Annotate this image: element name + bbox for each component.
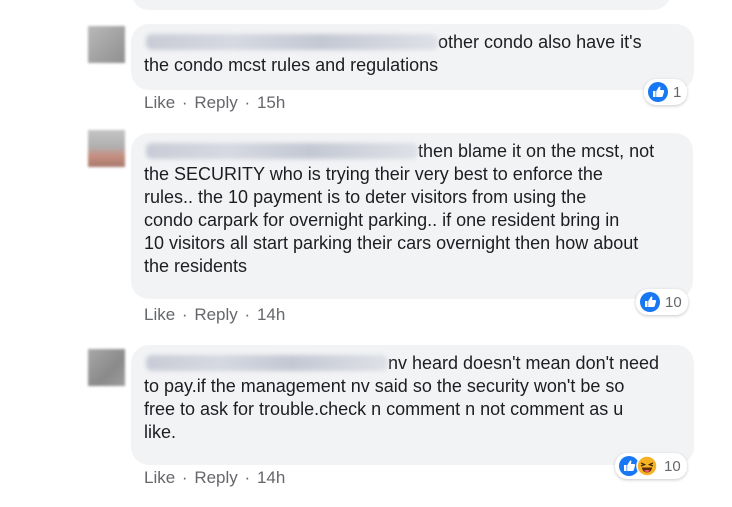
timestamp[interactable]: 15h (257, 93, 285, 112)
comment-text: other condo also have it's the condo mcs… (144, 32, 642, 75)
comment-bubble: other condo also have it's the condo mcs… (131, 24, 694, 90)
like-button[interactable]: Like (144, 93, 175, 112)
reaction-summary[interactable]: 10 (636, 289, 688, 315)
like-button[interactable]: Like (144, 468, 175, 487)
comment-text: nv heard doesn't mean don't need to pay.… (144, 353, 660, 442)
timestamp[interactable]: 14h (257, 305, 285, 324)
separator: · (181, 468, 188, 487)
commenter-name-redacted[interactable] (146, 143, 418, 159)
reaction-summary[interactable]: 1 (644, 79, 688, 105)
separator: · (181, 93, 188, 112)
separator: · (181, 305, 188, 324)
like-button[interactable]: Like (144, 305, 175, 324)
comment-actions: Like · Reply · 14h (144, 305, 287, 325)
comment-text: then blame it on the mcst, not the SECUR… (144, 141, 655, 276)
reply-button[interactable]: Reply (194, 468, 237, 487)
comment-bubble: nv heard doesn't mean don't need to pay.… (131, 345, 694, 465)
previous-comment-bubble-partial (131, 0, 671, 10)
commenter-avatar[interactable] (88, 130, 125, 167)
reply-button[interactable]: Reply (194, 305, 237, 324)
haha-icon (636, 455, 658, 477)
comment-bubble: then blame it on the mcst, not the SECUR… (131, 133, 693, 299)
commenter-avatar[interactable] (88, 349, 125, 386)
reaction-summary[interactable]: 10 (615, 453, 687, 479)
comment-actions: Like · Reply · 15h (144, 93, 287, 113)
commenter-name-redacted[interactable] (146, 355, 388, 371)
commenter-name-redacted[interactable] (146, 34, 438, 50)
like-icon (647, 81, 669, 103)
separator: · (244, 93, 251, 112)
like-icon (639, 291, 661, 313)
comment-actions: Like · Reply · 14h (144, 468, 287, 488)
commenter-avatar[interactable] (88, 26, 125, 63)
timestamp[interactable]: 14h (257, 468, 285, 487)
reply-button[interactable]: Reply (194, 93, 237, 112)
separator: · (244, 468, 251, 487)
separator: · (244, 305, 251, 324)
